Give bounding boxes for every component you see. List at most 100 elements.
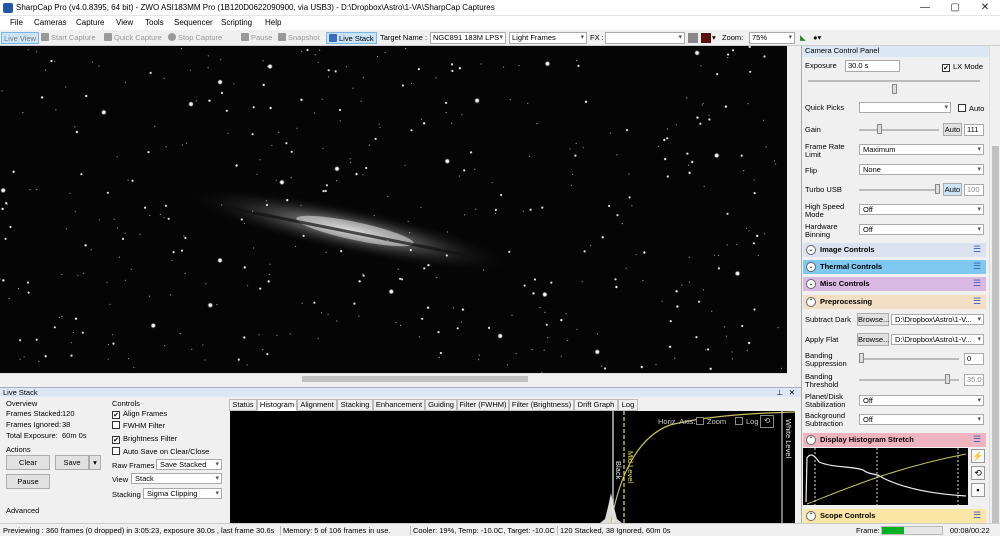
collapse-icon[interactable]: ⌃ <box>806 511 816 521</box>
minimize-button[interactable]: — <box>910 0 940 16</box>
auto-save-box[interactable] <box>112 447 120 455</box>
menu-capture[interactable]: Capture <box>76 18 104 27</box>
scrollbar-thumb[interactable] <box>992 146 999 526</box>
collapse-icon[interactable]: ⌃ <box>806 297 816 307</box>
live-stack-button[interactable]: Live Stack <box>326 32 377 44</box>
fwhm-filter-box[interactable] <box>112 421 120 429</box>
auto-save-checkbox[interactable]: Auto Save on Clear/Close <box>112 447 209 456</box>
tab-histogram[interactable]: Histogram <box>257 399 297 411</box>
tab-filter-fwhm[interactable]: Filter (FWHM) <box>457 399 509 411</box>
reset-levels-icon[interactable]: ⟲ <box>760 415 774 428</box>
save-stretch-icon[interactable]: ▪ <box>971 483 985 497</box>
hist-log-checkbox[interactable]: Log <box>735 417 759 426</box>
reticle-dropdown-icon[interactable]: ▾ <box>712 32 716 44</box>
scope-controls-section[interactable]: ⌃ Scope Controls ☰ <box>803 509 986 523</box>
menu-icon[interactable]: ☰ <box>973 297 983 307</box>
image-horizontal-scrollbar[interactable] <box>0 373 787 383</box>
gain-slider-knob[interactable] <box>877 124 882 134</box>
brightness-filter-box[interactable]: ✔ <box>112 436 120 444</box>
subtract-dark-select[interactable]: D:\Dropbox\Astro\1-V... <box>891 314 984 325</box>
pause-stack-button[interactable]: Pause <box>6 474 50 489</box>
misc-controls-section[interactable]: ⌄ Misc Controls ☰ <box>803 277 986 291</box>
apply-flat-select[interactable]: D:\Dropbox\Astro\1-V... <box>891 334 984 345</box>
menu-icon[interactable]: ☰ <box>973 245 983 255</box>
stack-histogram-panel[interactable]: Horiz. Axis: Zoom Log ⟲ Black Mid Level … <box>230 411 795 523</box>
auto-exposure-checkbox[interactable]: Auto <box>958 104 984 113</box>
image-vertical-scrollbar[interactable] <box>787 46 801 383</box>
menu-cameras[interactable]: Cameras <box>34 18 66 27</box>
exposure-slider-knob[interactable] <box>892 84 897 94</box>
close-icon[interactable]: ✕ <box>789 388 795 397</box>
display-histogram-section[interactable]: ⌃ Display Histogram Stretch ☰ <box>803 433 986 447</box>
view-select[interactable]: Stack <box>131 473 222 484</box>
collapse-icon[interactable]: ⌃ <box>806 435 816 445</box>
turbo-auto-button[interactable]: Auto <box>943 183 962 196</box>
frame-rate-select[interactable]: Maximum <box>859 144 984 155</box>
thermal-controls-section[interactable]: ⌄ Thermal Controls ☰ <box>803 260 986 274</box>
lx-mode-checkbox[interactable]: ✔ LX Mode <box>942 62 983 72</box>
apply-flat-browse-button[interactable]: Browse... <box>857 333 889 346</box>
subtract-dark-browse-button[interactable]: Browse... <box>857 313 889 326</box>
tab-guiding[interactable]: Guiding <box>425 399 457 411</box>
tab-status[interactable]: Status <box>229 399 257 411</box>
quick-capture-button[interactable]: Quick Capture <box>104 32 162 44</box>
menu-tools[interactable]: Tools <box>145 18 164 27</box>
preprocessing-section[interactable]: ⌃ Preprocessing ☰ <box>803 295 986 309</box>
target-name-input[interactable]: NGC891 183M LPS <box>430 32 506 44</box>
display-mode-icon[interactable] <box>688 33 698 43</box>
scrollbar-thumb[interactable] <box>302 376 528 382</box>
menu-view[interactable]: View <box>116 18 133 27</box>
reset-stretch-icon[interactable]: ⟲ <box>971 466 985 480</box>
start-capture-button[interactable]: Start Capture <box>41 32 96 44</box>
close-button[interactable]: ✕ <box>970 0 1000 16</box>
pin-icon[interactable]: ⊥ <box>776 388 783 397</box>
tab-alignment[interactable]: Alignment <box>297 399 337 411</box>
banding-threshold-input[interactable]: 35.0 <box>964 374 984 386</box>
menu-icon[interactable]: ☰ <box>973 262 983 272</box>
menu-sequencer[interactable]: Sequencer <box>174 18 213 27</box>
pause-button[interactable]: Pause <box>241 32 272 44</box>
banding-suppression-knob[interactable] <box>859 353 864 363</box>
menu-icon[interactable]: ☰ <box>973 435 983 445</box>
gain-input[interactable]: 111 <box>964 124 984 136</box>
histogram-tool-icon[interactable]: ◣ <box>800 32 806 44</box>
banding-threshold-track[interactable] <box>859 379 959 381</box>
save-button[interactable]: Save <box>55 455 89 470</box>
clear-button[interactable]: Clear <box>6 455 50 470</box>
turbo-slider-knob[interactable] <box>935 184 940 194</box>
high-speed-select[interactable]: Off <box>859 204 984 215</box>
align-frames-checkbox[interactable]: ✔ Align Frames <box>112 409 167 419</box>
gain-slider-track[interactable] <box>859 129 939 131</box>
menu-help[interactable]: Help <box>265 18 281 27</box>
stop-capture-button[interactable]: Stop Capture <box>168 32 222 44</box>
tab-log[interactable]: Log <box>618 399 638 411</box>
menu-icon[interactable]: ☰ <box>973 511 983 521</box>
turbo-input[interactable]: 100 <box>964 184 984 196</box>
planet-disk-select[interactable]: Off <box>859 395 984 406</box>
exposure-input[interactable]: 30.0 s <box>845 60 900 72</box>
lx-mode-box[interactable]: ✔ <box>942 64 950 72</box>
annotation-tool-icon[interactable]: ●▾ <box>813 32 821 44</box>
flip-select[interactable]: None <box>859 164 984 175</box>
fx-select[interactable] <box>605 32 685 44</box>
image-controls-section[interactable]: ⌄ Image Controls ☰ <box>803 243 986 257</box>
hist-log-box[interactable] <box>735 417 743 425</box>
snapshot-button[interactable]: Snapshot <box>278 32 320 44</box>
hist-zoom-checkbox[interactable]: Zoom <box>696 417 726 426</box>
auto-stretch-icon[interactable]: ⚡ <box>971 449 985 463</box>
tab-stacking[interactable]: Stacking <box>337 399 373 411</box>
tab-filter-brightness[interactable]: Filter (Brightness) <box>509 399 574 411</box>
tab-enhancement[interactable]: Enhancement <box>373 399 425 411</box>
turbo-slider-track[interactable] <box>859 189 939 191</box>
banding-threshold-knob[interactable] <box>945 374 950 384</box>
frame-type-select[interactable]: Light Frames <box>509 32 587 44</box>
tab-drift-graph[interactable]: Drift Graph <box>574 399 618 411</box>
save-dropdown-icon[interactable]: ▾ <box>89 455 101 470</box>
align-frames-box[interactable]: ✔ <box>112 411 120 419</box>
exposure-slider-track[interactable] <box>808 80 980 82</box>
brightness-filter-checkbox[interactable]: ✔ Brightness Filter <box>112 434 177 444</box>
expand-icon[interactable]: ⌄ <box>806 279 816 289</box>
expand-icon[interactable]: ⌄ <box>806 245 816 255</box>
menu-file[interactable]: File <box>10 18 23 27</box>
hist-zoom-box[interactable] <box>696 417 704 425</box>
